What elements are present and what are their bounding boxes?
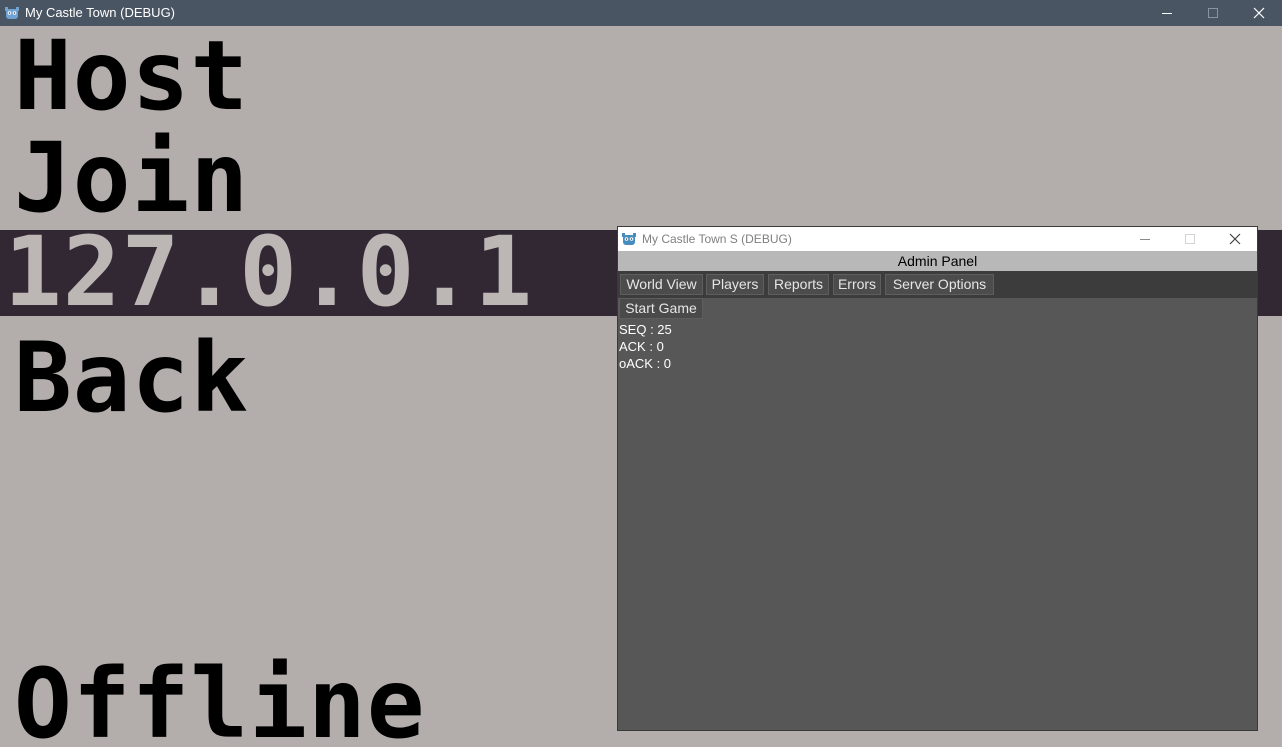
close-button[interactable] xyxy=(1236,0,1282,26)
admin-panel-title: Admin Panel xyxy=(618,251,1257,271)
join-button[interactable]: Join xyxy=(14,130,249,226)
tab-reports[interactable]: Reports xyxy=(768,274,829,295)
offline-button[interactable]: Offline xyxy=(14,656,426,747)
minimize-button[interactable] xyxy=(1144,0,1190,26)
tab-players[interactable]: Players xyxy=(706,274,764,295)
seq-stat: SEQ : 25 xyxy=(619,322,672,337)
main-window-title: My Castle Town (DEBUG) xyxy=(25,5,176,20)
server-window-titlebar[interactable]: My Castle Town S (DEBUG) xyxy=(618,227,1257,251)
tab-errors[interactable]: Errors xyxy=(833,274,881,295)
maximize-button[interactable] xyxy=(1167,227,1212,251)
maximize-button[interactable] xyxy=(1190,0,1236,26)
minimize-button[interactable] xyxy=(1122,227,1167,251)
tab-server-options[interactable]: Server Options xyxy=(885,274,994,295)
close-icon xyxy=(1229,233,1241,245)
maximize-icon xyxy=(1208,8,1218,18)
godot-icon xyxy=(622,232,636,246)
minimize-icon xyxy=(1140,239,1150,240)
host-button[interactable]: Host xyxy=(14,28,249,124)
desktop-screen: My Castle Town (DEBUG) Host Join 127.0.0… xyxy=(0,0,1282,747)
minimize-icon xyxy=(1162,13,1172,14)
admin-tab-bar: World View Players Reports Errors Server… xyxy=(618,271,1257,298)
tab-world-view[interactable]: World View xyxy=(620,274,703,295)
server-window-title: My Castle Town S (DEBUG) xyxy=(642,232,792,246)
server-debug-window: My Castle Town S (DEBUG) Admin Panel Wor… xyxy=(617,226,1258,731)
ip-address-value: 127.0.0.1 xyxy=(4,216,534,328)
ack-stat: ACK : 0 xyxy=(619,339,664,354)
close-icon xyxy=(1253,7,1265,19)
maximize-icon xyxy=(1185,234,1195,244)
network-stats: SEQ : 25 ACK : 0 oACK : 0 xyxy=(619,321,672,372)
start-game-button[interactable]: Start Game xyxy=(619,298,703,319)
back-button[interactable]: Back xyxy=(14,330,249,426)
oack-stat: oACK : 0 xyxy=(619,356,672,371)
close-button[interactable] xyxy=(1212,227,1257,251)
godot-icon xyxy=(5,6,19,20)
